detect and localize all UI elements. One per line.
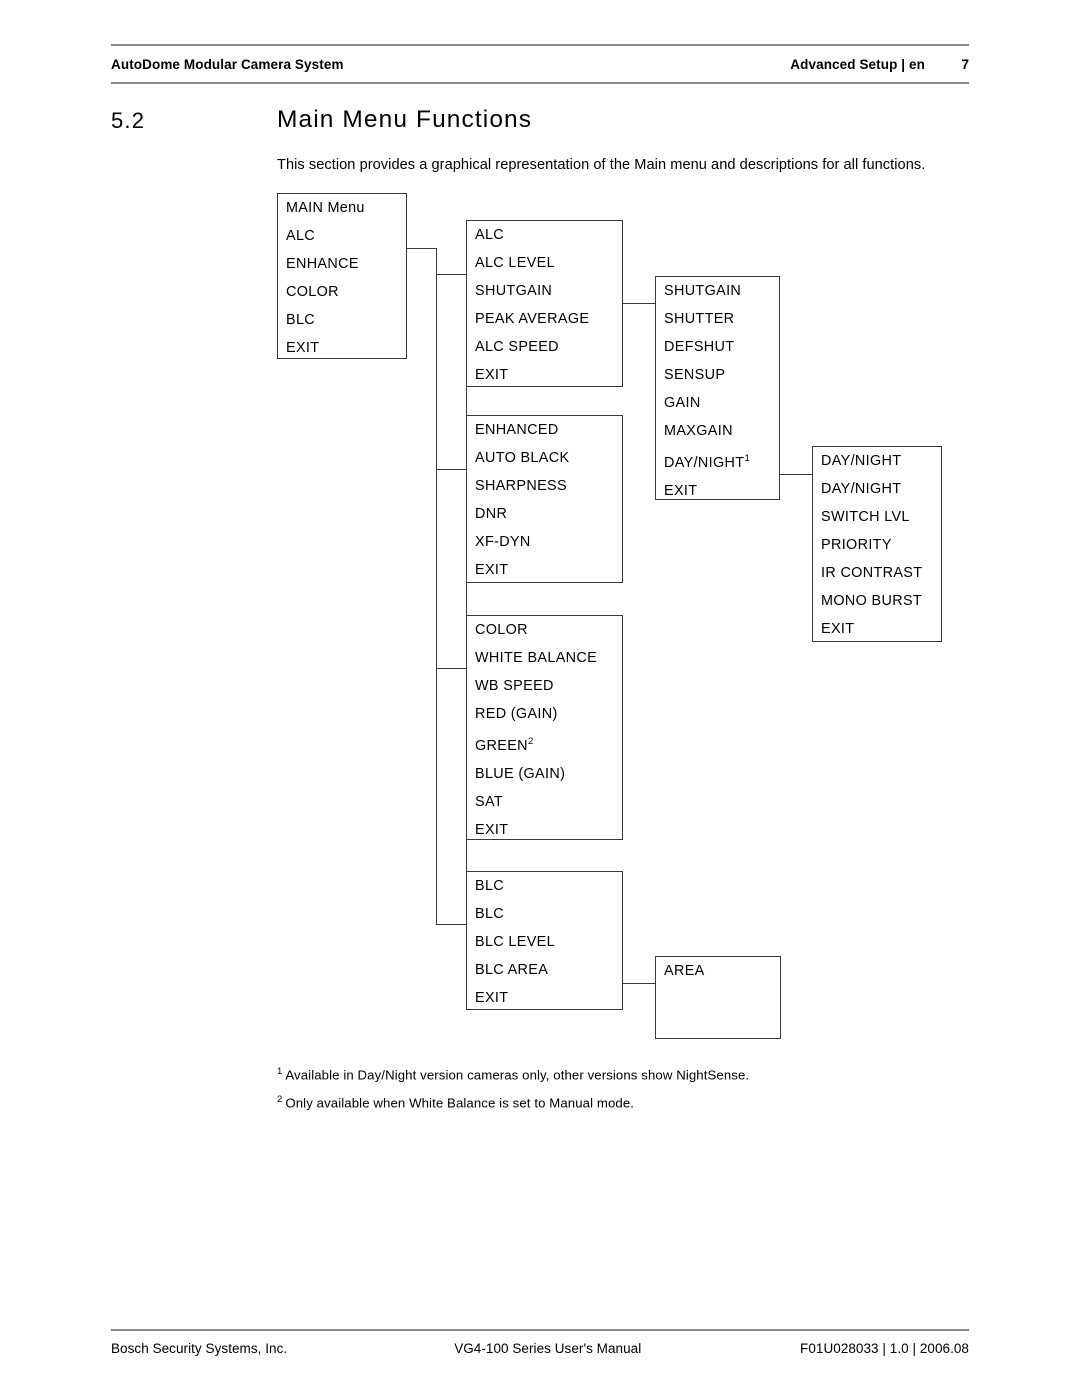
box-shutgain-item-5[interactable]: DAY/NIGHT1 [656, 445, 779, 477]
box-main-menu-item-2[interactable]: COLOR [278, 278, 406, 306]
menu-tree-diagram: MAIN Menu ALC ENHANCE COLOR BLC EXIT ALC… [0, 0, 1080, 1397]
header-section-locale: Advanced Setup | en [790, 56, 925, 72]
box-blc-item-0[interactable]: BLC [467, 900, 622, 928]
connector-main-trunk-vertical [436, 248, 438, 275]
box-shutgain-item-5-label: DAY/NIGHT [664, 454, 745, 471]
footnote-2-marker: 2 [277, 1094, 283, 1106]
box-shutgain-item-3[interactable]: GAIN [656, 389, 779, 417]
box-color-item-3-label: GREEN [475, 737, 528, 754]
page-footer: Bosch Security Systems, Inc. VG4-100 Ser… [111, 1329, 969, 1365]
box-color[interactable]: COLOR WHITE BALANCE WB SPEED RED (GAIN) … [466, 615, 623, 840]
connector-spine-to-blc [436, 924, 467, 926]
footnote-marker-daynight: 1 [744, 453, 750, 464]
box-shutgain-item-0[interactable]: SHUTTER [656, 305, 779, 333]
footer-document-id: F01U028033 | 1.0 | 2006.08 [800, 1340, 969, 1356]
box-alc-item-2[interactable]: PEAK AVERAGE [467, 305, 622, 333]
box-shutgain-item-2[interactable]: SENSUP [656, 361, 779, 389]
box-shutgain[interactable]: SHUTGAIN SHUTTER DEFSHUT SENSUP GAIN MAX… [655, 276, 780, 500]
box-main-menu-title: MAIN Menu [286, 200, 365, 216]
box-shutgain-item-4[interactable]: MAXGAIN [656, 417, 779, 445]
box-color-item-4[interactable]: BLUE (GAIN) [467, 760, 622, 788]
box-daynight-item-0[interactable]: DAY/NIGHT [813, 475, 941, 503]
footnote-1-marker: 1 [277, 1066, 283, 1077]
box-alc-item-1[interactable]: SHUTGAIN [467, 277, 622, 305]
intro-paragraph: This section provides a graphical repres… [277, 157, 926, 173]
box-color-item-2[interactable]: RED (GAIN) [467, 700, 622, 728]
box-color-item-6[interactable]: EXIT [467, 816, 622, 844]
connector-spine-to-enhanced [436, 469, 467, 471]
connector-trunk-to-spine [436, 274, 467, 276]
box-enhanced-item-3[interactable]: XF-DYN [467, 528, 622, 556]
box-main-menu-item-0[interactable]: ALC [278, 222, 406, 250]
box-blc-item-2[interactable]: BLC AREA [467, 956, 622, 984]
box-alc-item-4[interactable]: EXIT [467, 361, 622, 389]
footer-manual-title: VG4-100 Series User's Manual [454, 1340, 642, 1356]
page-title: Main Menu Functions [277, 106, 533, 133]
box-enhanced-item-2[interactable]: DNR [467, 500, 622, 528]
box-area-title: AREA [664, 963, 705, 979]
box-main-menu-item-1[interactable]: ENHANCE [278, 250, 406, 278]
box-daynight[interactable]: DAY/NIGHT DAY/NIGHT SWITCH LVL PRIORITY … [812, 446, 942, 642]
box-alc[interactable]: ALC ALC LEVEL SHUTGAIN PEAK AVERAGE ALC … [466, 220, 623, 387]
box-daynight-item-1[interactable]: SWITCH LVL [813, 503, 941, 531]
footnote-marker-green: 2 [527, 736, 534, 747]
footnote-2-text: Only available when White Balance is set… [285, 1095, 635, 1111]
page-header: AutoDome Modular Camera System Advanced … [111, 44, 969, 84]
box-color-item-3[interactable]: GREEN2 [467, 728, 622, 760]
box-alc-title: ALC [475, 227, 505, 243]
connector-shutgain-to-daynight [779, 474, 813, 476]
box-main-menu[interactable]: MAIN Menu ALC ENHANCE COLOR BLC EXIT [277, 193, 407, 359]
header-page-number: 7 [961, 56, 969, 72]
connector-spine-to-color [436, 668, 467, 670]
footnote-2: 2 Only available when White Balance is se… [277, 1087, 977, 1115]
section-heading: 5.2 Main Menu Functions [111, 106, 971, 140]
box-shutgain-item-6[interactable]: EXIT [656, 477, 779, 505]
box-main-menu-item-4[interactable]: EXIT [278, 334, 406, 362]
footnote-1: 1 Available in Day/Night version cameras … [277, 1059, 977, 1087]
box-color-item-1[interactable]: WB SPEED [467, 672, 622, 700]
box-blc-item-1[interactable]: BLC LEVEL [467, 928, 622, 956]
connector-alc-to-shutgain [622, 303, 656, 305]
box-blc-title: BLC [475, 878, 505, 894]
connector-blc-to-area [622, 983, 656, 985]
box-daynight-item-2[interactable]: PRIORITY [813, 531, 941, 559]
connector-left-spine [436, 248, 438, 925]
box-alc-item-0[interactable]: ALC LEVEL [467, 249, 622, 277]
box-shutgain-title: SHUTGAIN [664, 283, 742, 299]
box-color-item-0[interactable]: WHITE BALANCE [467, 644, 622, 672]
footnotes: 1 Available in Day/Night version cameras … [277, 1059, 977, 1116]
box-blc-item-3[interactable]: EXIT [467, 984, 622, 1012]
box-main-menu-item-3[interactable]: BLC [278, 306, 406, 334]
box-color-title: COLOR [475, 622, 528, 638]
box-daynight-item-4[interactable]: MONO BURST [813, 587, 941, 615]
box-enhanced[interactable]: ENHANCED AUTO BLACK SHARPNESS DNR XF-DYN… [466, 415, 623, 583]
section-number: 5.2 [111, 108, 146, 133]
box-enhanced-title: ENHANCED [475, 422, 559, 438]
box-enhanced-item-0[interactable]: AUTO BLACK [467, 444, 622, 472]
box-daynight-title: DAY/NIGHT [821, 453, 902, 469]
box-enhanced-item-1[interactable]: SHARPNESS [467, 472, 622, 500]
box-blc[interactable]: BLC BLC BLC LEVEL BLC AREA EXIT [466, 871, 623, 1010]
box-daynight-item-3[interactable]: IR CONTRAST [813, 559, 941, 587]
header-product-title: AutoDome Modular Camera System [111, 56, 344, 72]
box-area[interactable]: AREA [655, 956, 781, 1039]
connector-main-to-trunk [407, 248, 437, 250]
box-shutgain-item-1[interactable]: DEFSHUT [656, 333, 779, 361]
box-alc-item-3[interactable]: ALC SPEED [467, 333, 622, 361]
box-daynight-item-5[interactable]: EXIT [813, 615, 941, 643]
box-enhanced-item-4[interactable]: EXIT [467, 556, 622, 584]
footnote-1-text: Available in Day/Night version cameras o… [285, 1067, 750, 1083]
footer-company: Bosch Security Systems, Inc. [111, 1340, 288, 1356]
box-color-item-5[interactable]: SAT [467, 788, 622, 816]
